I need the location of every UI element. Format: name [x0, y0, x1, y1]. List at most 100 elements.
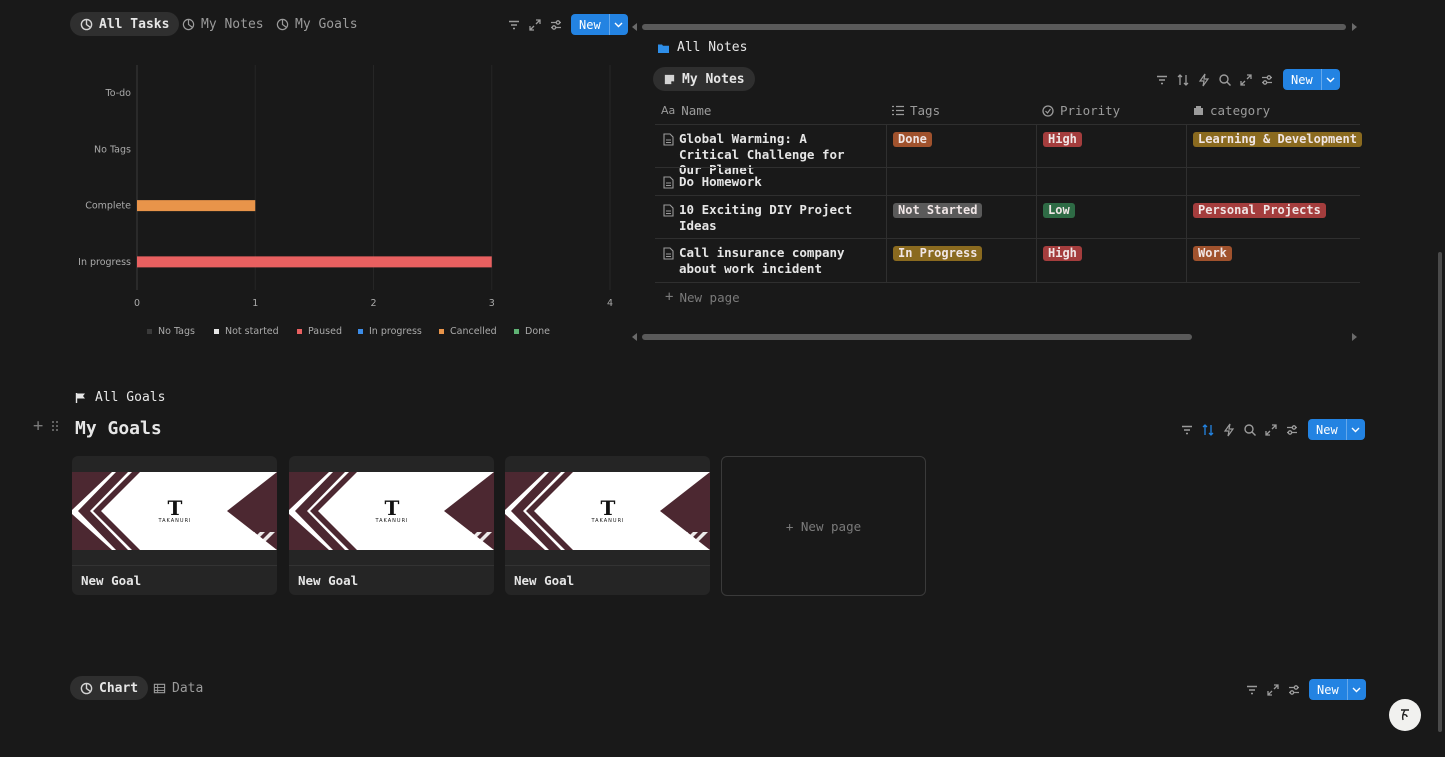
- chart-bar: [137, 200, 256, 212]
- chevron-down-icon[interactable]: [1346, 679, 1366, 700]
- note-icon: [664, 74, 675, 84]
- goals-title[interactable]: My Goals: [75, 418, 162, 439]
- legend-item[interactable]: Not started: [214, 326, 279, 337]
- x-tick-label: 2: [370, 298, 376, 309]
- legend-item[interactable]: Done: [514, 326, 550, 337]
- filter-icon[interactable]: [1245, 683, 1259, 697]
- settings-sliders-icon[interactable]: [1285, 423, 1299, 437]
- scroll-right-icon[interactable]: [1352, 23, 1357, 31]
- settings-sliders-icon[interactable]: [1287, 683, 1301, 697]
- horizontal-scrollbar[interactable]: [642, 334, 1192, 340]
- table-row[interactable]: Global Warming: A Critical Challenge for…: [655, 124, 1362, 177]
- chevron-down-icon[interactable]: [1320, 69, 1340, 90]
- table-row[interactable]: Do Homework: [655, 167, 1360, 196]
- priority-cell[interactable]: Low: [1036, 196, 1187, 239]
- goals-heading[interactable]: All Goals: [75, 390, 165, 405]
- chevron-down-icon[interactable]: [1345, 419, 1365, 440]
- sort-icon[interactable]: [1176, 73, 1190, 87]
- table-row[interactable]: Call insurance company about work incide…: [655, 238, 1360, 283]
- goal-card[interactable]: T TAKANURI New Goal: [289, 456, 494, 595]
- new-button[interactable]: New: [571, 14, 628, 35]
- table-icon: [153, 683, 166, 693]
- expand-icon[interactable]: [1239, 73, 1253, 87]
- page-icon: [663, 176, 674, 189]
- category-cell[interactable]: Personal Projects: [1186, 196, 1361, 239]
- lightning-icon[interactable]: [1197, 73, 1211, 87]
- tags-cell[interactable]: Not Started: [886, 196, 1037, 239]
- y-tick-label: Complete: [85, 201, 131, 212]
- add-block-icon[interactable]: +: [33, 416, 43, 436]
- tags-cell[interactable]: In Progress: [886, 239, 1037, 282]
- expand-icon[interactable]: [1264, 423, 1278, 437]
- goal-card[interactable]: T TAKANURI New Goal: [505, 456, 710, 595]
- cover-brand: TAKANURI: [374, 518, 408, 524]
- tags-cell[interactable]: Done: [886, 125, 1037, 168]
- priority-cell[interactable]: [1036, 168, 1187, 196]
- legend-label: In progress: [369, 326, 422, 337]
- vertical-scrollbar[interactable]: [1438, 252, 1442, 732]
- settings-sliders-icon[interactable]: [1260, 73, 1274, 87]
- sort-icon[interactable]: [1201, 423, 1215, 437]
- new-button[interactable]: New: [1309, 679, 1366, 700]
- category-cell[interactable]: Learning & Development: [1186, 125, 1362, 168]
- cover-logo: T: [385, 496, 400, 520]
- category-cell[interactable]: [1186, 168, 1361, 196]
- y-tick-label: To-do: [105, 88, 132, 99]
- lightning-icon[interactable]: [1222, 423, 1236, 437]
- column-header-tags[interactable]: Tags: [892, 97, 940, 124]
- expand-icon[interactable]: [528, 18, 542, 32]
- scroll-left-icon[interactable]: [632, 333, 637, 341]
- search-icon[interactable]: [1243, 423, 1257, 437]
- tab-my-goals[interactable]: My Goals: [266, 12, 368, 36]
- scroll-left-icon[interactable]: [632, 23, 637, 31]
- priority-cell[interactable]: High: [1036, 125, 1187, 168]
- category-cell[interactable]: Work: [1186, 239, 1361, 282]
- page-title[interactable]: 10 Exciting DIY Project Ideas: [679, 202, 874, 233]
- help-button[interactable]: [1389, 699, 1421, 731]
- new-page-row[interactable]: + New page: [665, 289, 740, 305]
- tab-chart[interactable]: Chart: [70, 676, 149, 700]
- chevron-down-icon[interactable]: [608, 14, 628, 35]
- legend-item[interactable]: Cancelled: [439, 326, 497, 337]
- scroll-right-icon[interactable]: [1352, 333, 1357, 341]
- name-cell[interactable]: 10 Exciting DIY Project Ideas: [655, 196, 885, 239]
- column-header-priority[interactable]: Priority: [1042, 97, 1120, 124]
- cover-logo: T: [601, 496, 616, 520]
- filter-icon[interactable]: [507, 18, 521, 32]
- priority-cell[interactable]: High: [1036, 239, 1187, 282]
- table-row[interactable]: 10 Exciting DIY Project Ideas Not Starte…: [655, 195, 1360, 239]
- new-page-card[interactable]: + New page: [721, 456, 926, 596]
- tab-all-tasks[interactable]: All Tasks: [70, 12, 180, 36]
- tab-my-notes[interactable]: My Notes: [172, 12, 274, 36]
- tasks-bar-chart: 0 1 2 3 4 To-do No Tags Complete In progress: [78, 65, 613, 309]
- column-header-category[interactable]: category: [1193, 97, 1270, 124]
- horizontal-scrollbar[interactable]: [642, 24, 1346, 30]
- name-cell[interactable]: Global Warming: A Critical Challenge for…: [655, 125, 885, 177]
- tab-data[interactable]: Data: [143, 676, 213, 700]
- status-badge: Done: [893, 132, 932, 147]
- legend-item[interactable]: No Tags: [147, 326, 195, 337]
- name-cell[interactable]: Call insurance company about work incide…: [655, 239, 885, 282]
- tags-cell[interactable]: [886, 168, 1037, 196]
- legend-item[interactable]: In progress: [358, 326, 422, 337]
- notes-heading[interactable]: All Notes: [658, 40, 747, 55]
- chart-icon: [182, 18, 195, 30]
- x-tick-label: 4: [607, 298, 613, 309]
- divider: [72, 565, 277, 566]
- filter-icon[interactable]: [1155, 73, 1169, 87]
- drag-handle-icon[interactable]: [51, 420, 59, 432]
- filter-icon[interactable]: [1180, 423, 1194, 437]
- legend-item[interactable]: Paused: [297, 326, 342, 337]
- name-cell[interactable]: Do Homework: [655, 168, 885, 196]
- new-button[interactable]: New: [1308, 419, 1365, 440]
- page-title[interactable]: Call insurance company about work incide…: [679, 245, 874, 276]
- notes-heading-label: All Notes: [677, 40, 748, 55]
- page-title[interactable]: Do Homework: [679, 174, 874, 190]
- goal-card[interactable]: T TAKANURI New Goal: [72, 456, 277, 595]
- settings-sliders-icon[interactable]: [549, 18, 563, 32]
- column-header-name[interactable]: Aa Name: [661, 97, 711, 124]
- tab-my-notes-table[interactable]: My Notes: [653, 67, 755, 91]
- new-button[interactable]: New: [1283, 69, 1340, 90]
- search-icon[interactable]: [1218, 73, 1232, 87]
- expand-icon[interactable]: [1266, 683, 1280, 697]
